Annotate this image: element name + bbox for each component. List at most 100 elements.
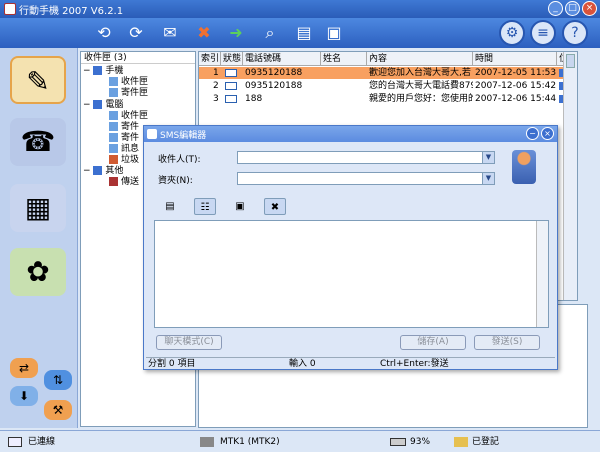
tree-node-pc-outbox[interactable]: 寄件 bbox=[109, 122, 139, 132]
table-row[interactable]: 2 0935120188 您的台灣大哥大電話費879 2007-12-06 15… bbox=[199, 80, 577, 92]
new-message-icon[interactable]: ✉ bbox=[158, 20, 182, 46]
app-title: 行動手機 2007 V6.2.1 bbox=[19, 5, 124, 17]
status-bar: 已連線 MTK1 (MTK2) 93% 已登記 bbox=[0, 430, 600, 452]
tree-node-label: 寄件 bbox=[121, 122, 140, 132]
sync-icon[interactable]: ⟲ bbox=[92, 20, 116, 46]
files-module-icon[interactable]: ✿ bbox=[10, 248, 66, 296]
print-icon[interactable]: ▤ bbox=[292, 20, 316, 46]
app-logo-icon bbox=[4, 3, 16, 15]
attach-icon[interactable]: ▣ bbox=[229, 198, 251, 215]
template-icon[interactable]: ☷ bbox=[194, 198, 216, 215]
recipient-combo[interactable]: ▼ bbox=[237, 151, 495, 164]
tree-node-pc-message[interactable]: 訊息 bbox=[109, 144, 139, 154]
tree-node-phone-outbox[interactable]: 寄件匣 bbox=[109, 88, 148, 98]
chat-mode-button[interactable]: 聊天模式(C) bbox=[156, 335, 222, 350]
help-icon[interactable]: ? bbox=[562, 20, 588, 46]
cell-content: 您的台灣大哥大電話費879 bbox=[369, 81, 473, 91]
list-icon[interactable]: ≡ bbox=[530, 20, 556, 46]
outbox-icon bbox=[109, 88, 118, 97]
sync-small-icon[interactable]: ⇅ bbox=[44, 370, 72, 390]
minimize-button[interactable]: _ bbox=[548, 1, 563, 16]
sms-editor-icon bbox=[147, 129, 157, 139]
message-icon bbox=[109, 144, 118, 153]
tree-node-pc-sent[interactable]: 寄件 bbox=[109, 133, 139, 143]
expander-icon[interactable]: − bbox=[83, 66, 91, 76]
tree-node-label: 收件匣 bbox=[121, 111, 149, 121]
maximize-button[interactable]: □ bbox=[565, 1, 580, 16]
tree-node-label: 垃圾 bbox=[121, 155, 140, 165]
phone-icon bbox=[93, 66, 103, 75]
cell-content: 親愛的用戶您好：您使用的 bbox=[369, 94, 473, 104]
table-row[interactable]: 1 0935120188 歡迎您加入台灣大哥大,若 2007-12-05 11:… bbox=[199, 67, 577, 79]
open-icon[interactable]: ▣ bbox=[322, 20, 346, 46]
message-scrollbar[interactable] bbox=[536, 221, 548, 327]
tree-node-label: 傳送 bbox=[121, 177, 140, 187]
tree-node-other[interactable]: − 其他 bbox=[83, 166, 123, 176]
battery-icon bbox=[390, 438, 406, 446]
delete-icon[interactable]: ✖ bbox=[192, 20, 216, 46]
message-textarea[interactable] bbox=[154, 220, 549, 328]
column-header-name[interactable]: 姓名 bbox=[321, 52, 367, 66]
connection-icon bbox=[8, 437, 22, 447]
tree-node-label: 訊息 bbox=[121, 144, 140, 154]
column-header-index[interactable]: 索引 bbox=[199, 52, 221, 66]
tree-node-label: 電腦 bbox=[105, 100, 124, 110]
send-button[interactable]: 發送(S) bbox=[474, 335, 540, 350]
tree-node-computer[interactable]: − 電腦 bbox=[83, 100, 123, 110]
envelope-icon bbox=[225, 95, 237, 103]
dialog-minimize-button[interactable]: − bbox=[526, 127, 539, 140]
tree-node-label: 其他 bbox=[105, 166, 124, 176]
cell-index: 1 bbox=[213, 68, 219, 78]
dialog-close-button[interactable]: × bbox=[541, 127, 554, 140]
messages-module-icon[interactable]: ✎ bbox=[10, 56, 66, 104]
scrollbar-thumb[interactable] bbox=[566, 54, 575, 68]
phonebook-module-icon[interactable]: ☎ bbox=[10, 118, 66, 166]
expander-icon[interactable]: − bbox=[83, 100, 91, 110]
expander-icon[interactable]: − bbox=[83, 166, 91, 176]
chevron-down-icon[interactable]: ▼ bbox=[482, 152, 494, 163]
close-button[interactable]: × bbox=[582, 1, 597, 16]
column-header-status[interactable]: 狀態 bbox=[221, 52, 243, 66]
split-count: 分割 0 項目 bbox=[148, 359, 196, 369]
tree-node-other-send[interactable]: 傳送 bbox=[109, 177, 139, 187]
title-bar: 行動手機 2007 V6.2.1 _ □ × bbox=[0, 0, 600, 18]
refresh-icon[interactable]: ⟳ bbox=[124, 20, 148, 46]
search-icon[interactable]: ⌕ bbox=[258, 20, 282, 46]
sms-editor-dialog: SMS編輯器 − × 收件人(T): ▼ 資夾(N): ▼ ▤ ☷ ▣ ✖ 聊天… bbox=[143, 125, 558, 370]
tree-node-pc-trash[interactable]: 垃圾 bbox=[109, 155, 139, 165]
contacts-icon[interactable]: ▤ bbox=[159, 198, 181, 215]
clear-icon[interactable]: ✖ bbox=[264, 198, 286, 215]
tree-header: 收件匣 (3) bbox=[81, 52, 195, 64]
sent-icon bbox=[109, 133, 118, 142]
registration-status: 已登記 bbox=[472, 437, 500, 447]
save-button[interactable]: 儲存(A) bbox=[400, 335, 466, 350]
backup-icon[interactable]: ⬇ bbox=[10, 386, 38, 406]
cell-phone: 0935120188 bbox=[245, 68, 303, 78]
send-icon bbox=[109, 177, 118, 186]
column-header-phone[interactable]: 電話號碼 bbox=[243, 52, 321, 66]
transfer-icon[interactable]: ⇄ bbox=[10, 358, 38, 378]
settings-icon[interactable]: ⚙ bbox=[499, 20, 525, 46]
connection-status: 已連線 bbox=[28, 437, 56, 447]
forward-icon[interactable]: ➜ bbox=[224, 20, 248, 46]
inbox-icon bbox=[109, 77, 118, 86]
folder-combo[interactable]: ▼ bbox=[237, 172, 495, 185]
column-header-time[interactable]: 時間 bbox=[473, 52, 557, 66]
envelope-icon bbox=[225, 69, 237, 77]
tools-icon[interactable]: ⚒ bbox=[44, 400, 72, 420]
dialog-title-bar[interactable]: SMS編輯器 − × bbox=[144, 126, 557, 142]
dialog-status-bar: 分割 0 項目 輸入 0 Ctrl+Enter:發送 bbox=[146, 357, 555, 369]
chevron-down-icon[interactable]: ▼ bbox=[482, 173, 494, 184]
tree-node-phone-inbox[interactable]: 收件匣 bbox=[109, 77, 148, 87]
outbox-icon bbox=[109, 122, 118, 131]
calendar-module-icon[interactable]: ▦ bbox=[10, 184, 66, 232]
send-hint: Ctrl+Enter:發送 bbox=[380, 359, 449, 369]
cell-index: 3 bbox=[213, 94, 219, 104]
tree-node-phone[interactable]: − 手機 bbox=[83, 66, 123, 76]
list-scrollbar[interactable] bbox=[563, 52, 577, 300]
tree-node-pc-inbox[interactable]: 收件匣 bbox=[109, 111, 148, 121]
cell-phone: 0935120188 bbox=[245, 81, 303, 91]
user-avatar-icon bbox=[512, 150, 536, 184]
table-row[interactable]: 3 188 親愛的用戶您好：您使用的 2007-12-06 15:44 bbox=[199, 93, 577, 105]
column-header-content[interactable]: 內容 bbox=[367, 52, 473, 66]
